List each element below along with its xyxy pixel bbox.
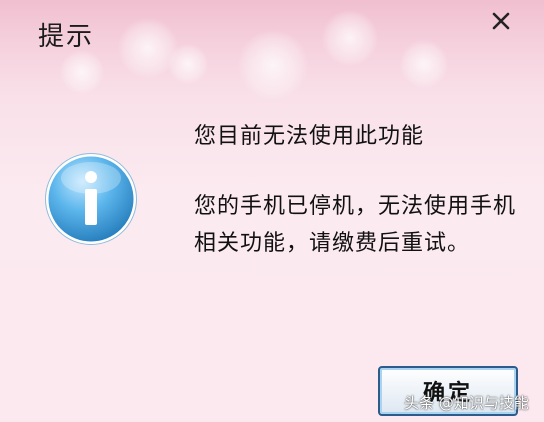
title-bar[interactable]: 提示 xyxy=(0,0,544,100)
decorative-petal xyxy=(168,44,208,84)
decorative-petal xyxy=(238,30,308,100)
window-title: 提示 xyxy=(38,22,95,52)
decorative-petal xyxy=(60,50,104,94)
close-button[interactable] xyxy=(484,6,518,36)
decorative-petal xyxy=(322,10,378,66)
close-icon xyxy=(492,12,510,30)
decorative-petal xyxy=(400,40,448,88)
info-icon xyxy=(45,153,137,245)
message-dialog: 提示 您目前无法使用此功能 您的手机已停机，无法使用手机相关功能，请缴费后重试。… xyxy=(0,0,544,422)
message-headline: 您目前无法使用此功能 xyxy=(194,124,425,149)
message-body: 您的手机已停机，无法使用手机相关功能，请缴费后重试。 xyxy=(194,194,517,256)
watermark: 头条 @知识与技能 xyxy=(404,394,529,412)
